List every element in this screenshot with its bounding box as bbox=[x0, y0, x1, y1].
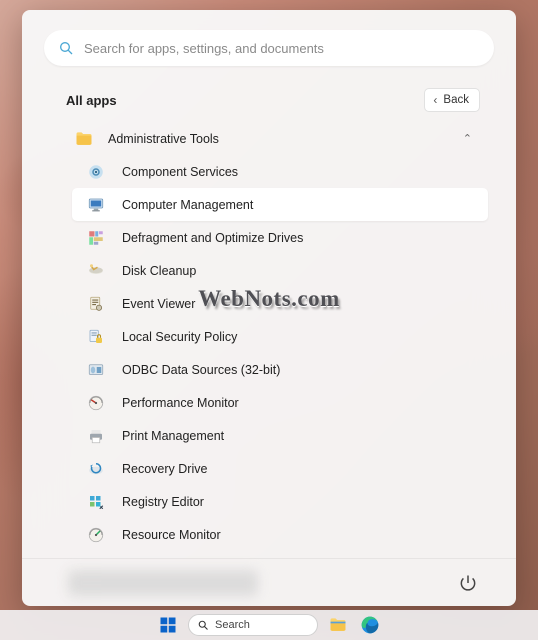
item-print-management[interactable]: Print Management bbox=[72, 419, 488, 452]
item-recovery-drive[interactable]: Recovery Drive bbox=[72, 452, 488, 485]
taskbar-search-label: Search bbox=[215, 619, 250, 631]
item-label: Component Services bbox=[122, 165, 238, 179]
search-icon bbox=[197, 619, 209, 631]
start-bottom-bar bbox=[22, 558, 516, 606]
item-label: Local Security Policy bbox=[122, 330, 237, 344]
item-label: ODBC Data Sources (32-bit) bbox=[122, 363, 280, 377]
disk-cleanup-icon bbox=[86, 261, 106, 281]
item-disk-cleanup[interactable]: Disk Cleanup bbox=[72, 254, 488, 287]
item-label: Disk Cleanup bbox=[122, 264, 196, 278]
chevron-left-icon: ‹ bbox=[433, 93, 437, 107]
start-search[interactable] bbox=[44, 30, 494, 66]
registry-icon bbox=[86, 492, 106, 512]
gear-icon bbox=[86, 162, 106, 182]
taskbar-search[interactable]: Search bbox=[188, 614, 318, 636]
edge-icon bbox=[360, 615, 380, 635]
item-defragment[interactable]: Defragment and Optimize Drives bbox=[72, 221, 488, 254]
item-registry-editor[interactable]: Registry Editor bbox=[72, 485, 488, 518]
power-icon bbox=[458, 573, 478, 593]
start-search-input[interactable] bbox=[84, 41, 480, 56]
item-label: Defragment and Optimize Drives bbox=[122, 231, 303, 245]
taskbar: Search bbox=[0, 610, 538, 640]
gauge-icon bbox=[86, 525, 106, 545]
item-label: Registry Editor bbox=[122, 495, 204, 509]
folder-icon bbox=[74, 129, 94, 149]
item-label: Resource Monitor bbox=[122, 528, 221, 542]
item-computer-management[interactable]: Computer Management bbox=[72, 188, 488, 221]
power-button[interactable] bbox=[458, 573, 478, 593]
start-button[interactable] bbox=[156, 613, 180, 637]
folder-icon bbox=[328, 615, 348, 635]
item-event-viewer[interactable]: Event Viewer bbox=[72, 287, 488, 320]
app-list: Administrative Tools ⌃ Component Service… bbox=[22, 120, 516, 558]
back-button[interactable]: ‹ Back bbox=[424, 88, 480, 112]
item-performance-monitor[interactable]: Performance Monitor bbox=[72, 386, 488, 419]
item-label: Performance Monitor bbox=[122, 396, 239, 410]
printer-icon bbox=[86, 426, 106, 446]
search-icon bbox=[58, 40, 74, 56]
item-label: Recovery Drive bbox=[122, 462, 207, 476]
back-button-label: Back bbox=[443, 94, 469, 106]
item-label: Event Viewer bbox=[122, 297, 195, 311]
all-apps-title: All apps bbox=[66, 93, 117, 108]
user-account-area[interactable] bbox=[68, 570, 258, 596]
item-component-services[interactable]: Component Services bbox=[72, 155, 488, 188]
recovery-icon bbox=[86, 459, 106, 479]
computer-icon bbox=[86, 195, 106, 215]
security-policy-icon bbox=[86, 327, 106, 347]
event-viewer-icon bbox=[86, 294, 106, 314]
defrag-icon bbox=[86, 228, 106, 248]
odbc-icon bbox=[86, 360, 106, 380]
folder-label: Administrative Tools bbox=[108, 132, 219, 146]
folder-administrative-tools[interactable]: Administrative Tools ⌃ bbox=[62, 122, 488, 155]
item-odbc[interactable]: ODBC Data Sources (32-bit) bbox=[72, 353, 488, 386]
item-label: Computer Management bbox=[122, 198, 253, 212]
item-label: Print Management bbox=[122, 429, 224, 443]
chevron-up-icon: ⌃ bbox=[463, 132, 472, 145]
taskbar-explorer[interactable] bbox=[326, 613, 350, 637]
taskbar-edge[interactable] bbox=[358, 613, 382, 637]
item-local-security-policy[interactable]: Local Security Policy bbox=[72, 320, 488, 353]
gauge-icon bbox=[86, 393, 106, 413]
windows-icon bbox=[159, 616, 177, 634]
item-resource-monitor[interactable]: Resource Monitor bbox=[72, 518, 488, 551]
start-menu-panel: All apps ‹ Back Administrative Tools ⌃ C… bbox=[22, 10, 516, 606]
